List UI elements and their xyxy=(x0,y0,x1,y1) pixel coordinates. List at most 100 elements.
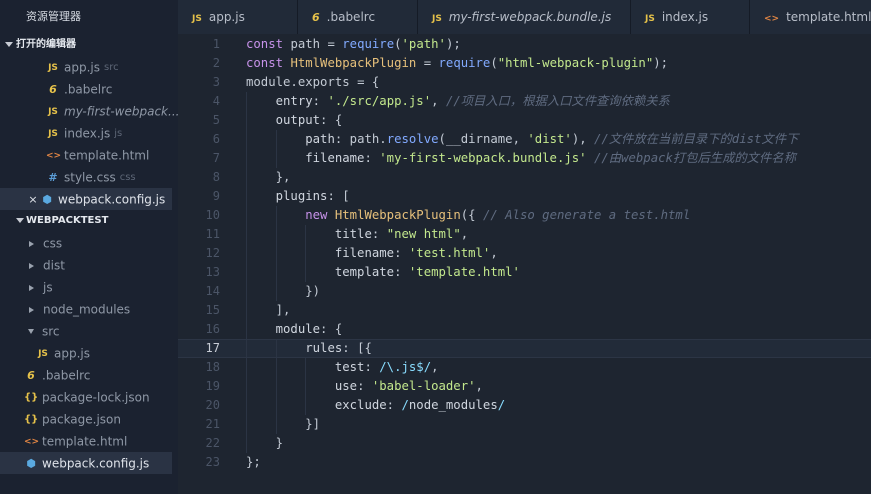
code-line[interactable]: 6 path: path.resolve(__dirname, 'dist'),… xyxy=(178,130,871,149)
line-number: 15 xyxy=(205,303,220,317)
code-line[interactable]: 11 title: "new html", xyxy=(178,225,871,244)
code-line[interactable]: 8 }, xyxy=(178,168,871,187)
code-line[interactable]: 13 template: 'template.html' xyxy=(178,263,871,282)
chevron-down-icon xyxy=(28,329,34,334)
code-line[interactable]: 4 entry: './src/app.js', //项目入口，根据入口文件查询… xyxy=(178,92,871,111)
code-line[interactable]: 15 ], xyxy=(178,301,871,320)
open-editor-bundle-js[interactable]: JS my-first-webpack.... xyxy=(0,100,178,122)
css-file-icon: # xyxy=(48,170,58,184)
file-babelrc[interactable]: 6 .babelrc xyxy=(0,364,178,386)
code-text: const HtmlWebpackPlugin = require("html-… xyxy=(246,56,669,70)
js-file-icon: JS xyxy=(432,14,442,24)
code-text: path: path.resolve(__dirname, 'dist'), /… xyxy=(305,132,799,146)
code-text: module.exports = { xyxy=(246,75,380,89)
line-number: 8 xyxy=(212,170,220,184)
code-text: test: /\.js$/, xyxy=(334,360,439,374)
folder-js[interactable]: js xyxy=(0,276,178,298)
webpack-cube-icon: ⬢ xyxy=(42,192,52,206)
folder-dist[interactable]: dist xyxy=(0,254,178,276)
folder-node-modules[interactable]: node_modules xyxy=(0,298,178,320)
babel-file-icon: 6 xyxy=(27,368,35,382)
line-number: 19 xyxy=(205,379,220,393)
file-template-html[interactable]: <> template.html xyxy=(0,430,178,452)
tab-index-js[interactable]: JS index.js xyxy=(631,0,750,34)
code-line[interactable]: 1 const path = require('path'); xyxy=(178,35,871,54)
open-editor-babelrc[interactable]: 6 .babelrc xyxy=(0,78,178,100)
close-icon[interactable]: × xyxy=(26,189,40,211)
html-file-icon: <> xyxy=(46,150,62,161)
code-text: }; xyxy=(246,455,261,469)
code-text: filename: 'test.html', xyxy=(334,246,498,260)
file-webpack-config-js[interactable]: ⬢ webpack.config.js xyxy=(0,452,172,474)
line-number: 6 xyxy=(212,132,220,146)
code-line[interactable]: 23}; xyxy=(178,453,871,472)
tab-app-js[interactable]: JS app.js xyxy=(178,0,298,34)
tab-template-html[interactable]: <> template.html xyxy=(750,0,871,34)
js-file-icon: JS xyxy=(38,348,48,359)
code-text: template: 'template.html' xyxy=(334,265,520,279)
line-number: 23 xyxy=(205,455,220,469)
tab-bundle-js[interactable]: JS my-first-webpack.bundle.js xyxy=(418,0,631,34)
open-editor-style-css[interactable]: # style.css css xyxy=(0,166,178,188)
line-number: 14 xyxy=(205,284,220,298)
line-number: 13 xyxy=(205,265,220,279)
line-number: 10 xyxy=(205,208,220,222)
babel-file-icon: 6 xyxy=(312,11,320,24)
file-package-lock-json[interactable]: {} package-lock.json xyxy=(0,386,178,408)
code-line[interactable]: 20 exclude: /node_modules/ xyxy=(178,396,871,415)
file-src-app-js[interactable]: JS app.js xyxy=(0,342,178,364)
line-number: 5 xyxy=(212,113,220,127)
chevron-down-icon xyxy=(16,218,24,223)
line-number: 18 xyxy=(205,360,220,374)
code-line[interactable]: 9 plugins: [ xyxy=(178,187,871,206)
line-number: 7 xyxy=(212,151,220,165)
code-line[interactable]: 22 } xyxy=(178,434,871,453)
html-file-icon: <> xyxy=(24,436,40,447)
webpack-cube-icon: ⬢ xyxy=(26,456,36,470)
code-text: rules: [{ xyxy=(305,341,372,355)
open-editor-template-html[interactable]: <> template.html xyxy=(0,144,178,166)
code-line[interactable]: 5 output: { xyxy=(178,111,871,130)
code-line[interactable]: 7 filename: 'my-first-webpack.bundle.js'… xyxy=(178,149,871,168)
code-text: filename: 'my-first-webpack.bundle.js' /… xyxy=(305,151,796,165)
code-text: }) xyxy=(305,284,321,298)
file-package-json[interactable]: {} package.json xyxy=(0,408,178,430)
chevron-right-icon xyxy=(29,240,34,247)
js-file-icon: JS xyxy=(192,14,202,24)
code-line[interactable]: 12 filename: 'test.html', xyxy=(178,244,871,263)
folder-src[interactable]: src xyxy=(0,320,178,342)
open-editor-index-js[interactable]: JS index.js js xyxy=(0,122,178,144)
code-text: entry: './src/app.js', //项目入口，根据入口文件查询依赖… xyxy=(275,94,670,108)
line-number: 2 xyxy=(212,56,220,70)
code-line[interactable]: 21 }] xyxy=(178,415,871,434)
code-editor[interactable]: 1 const path = require('path'); 2 const Htm… xyxy=(178,34,871,494)
project-section[interactable]: WEBPACKTEST xyxy=(0,210,178,232)
explorer-sidebar: 资源管理器 打开的编辑器 JS app.js src 6 .babelrc JS my-… xyxy=(0,0,178,494)
code-line[interactable]: 2 const HtmlWebpackPlugin = require("html… xyxy=(178,54,871,73)
code-text: exclude: /node_modules/ xyxy=(334,398,506,412)
code-line[interactable]: 10 new HtmlWebpackPlugin({ // Also gener… xyxy=(178,206,871,225)
line-number: 1 xyxy=(212,37,220,51)
open-editor-webpack-config[interactable]: × ⬢ webpack.config.js xyxy=(0,188,172,210)
open-editor-app-js[interactable]: JS app.js src xyxy=(0,56,178,78)
explorer-title: 资源管理器 xyxy=(26,10,81,23)
line-number: 17 xyxy=(205,341,220,355)
code-line[interactable]: 19 use: 'babel-loader', xyxy=(178,377,871,396)
line-number: 20 xyxy=(205,398,220,412)
code-line[interactable]: 3 module.exports = { xyxy=(178,73,871,92)
code-line[interactable]: 16 module: { xyxy=(178,320,871,339)
js-file-icon: JS xyxy=(48,106,58,117)
js-file-icon: JS xyxy=(48,62,58,73)
tab-babelrc[interactable]: 6 .babelrc xyxy=(298,0,418,34)
line-number: 12 xyxy=(205,246,220,260)
code-line[interactable]: 18 test: /\.js$/, xyxy=(178,358,871,377)
html-file-icon: <> xyxy=(764,14,780,24)
line-number: 9 xyxy=(212,189,220,203)
code-line[interactable]: 14 }) xyxy=(178,282,871,301)
code-line[interactable]: 17 rules: [{ xyxy=(178,339,871,358)
editor-tabbar: JS app.js 6 .babelrc JS my-first-webpack.bu… xyxy=(178,0,871,34)
open-editors-section[interactable]: 打开的编辑器 xyxy=(0,34,178,56)
babel-file-icon: 6 xyxy=(49,82,57,96)
code-text: title: "new html", xyxy=(334,227,469,241)
folder-css[interactable]: css xyxy=(0,232,178,254)
